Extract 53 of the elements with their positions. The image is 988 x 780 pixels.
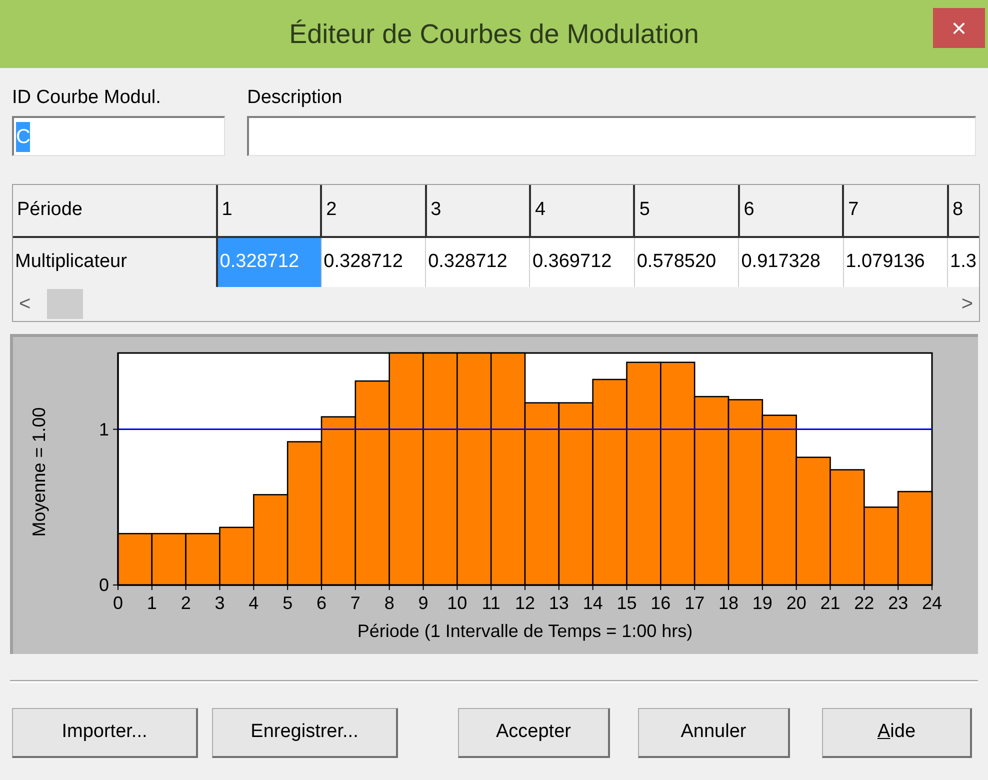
tick-label: 16 <box>650 593 671 613</box>
column-header: 3 <box>426 185 530 237</box>
field-label: Description <box>247 86 344 110</box>
tick-label: 24 <box>922 593 942 613</box>
tick-label: 11 <box>482 593 500 613</box>
tick-label: 13 <box>548 593 569 613</box>
dialog-button[interactable]: Enregistrer... <box>212 708 398 758</box>
tick-label: 7 <box>350 593 360 613</box>
tick-label: 2 <box>180 593 191 613</box>
dialog-button[interactable]: Importer... <box>12 708 198 758</box>
tick-label: 0 <box>113 593 123 613</box>
column-header: 4 <box>530 185 634 237</box>
column-header: 7 <box>843 185 948 237</box>
y-axis-label: Moyenne = 1.00 <box>29 407 49 537</box>
column-header: 1 <box>216 185 322 237</box>
close-button[interactable]: × <box>933 8 985 48</box>
tick-label: 1 <box>98 419 109 440</box>
description-field[interactable] <box>247 116 976 156</box>
column-header: 2 <box>321 185 426 237</box>
tick-label: 6 <box>316 593 326 613</box>
tick-label: 3 <box>214 593 225 613</box>
tick-label: 14 <box>582 593 603 613</box>
dialog-button[interactable]: Accepter <box>458 708 610 758</box>
tick-label: 19 <box>752 593 772 613</box>
column-header: 8 <box>948 185 979 237</box>
tick-label: 5 <box>282 593 293 613</box>
tick-label: 15 <box>616 593 637 613</box>
dialog-button[interactable]: Annuler <box>638 708 790 758</box>
scroll-left-arrow[interactable]: < <box>19 289 31 319</box>
tick-label: 18 <box>718 593 739 613</box>
tick-label: 21 <box>820 593 840 613</box>
column-header: Période <box>13 185 217 237</box>
scroll-right-arrow[interactable]: > <box>961 289 973 319</box>
window-title: Éditeur de Courbes de Modulation <box>289 18 699 51</box>
scrollbar[interactable]: < > <box>13 287 979 321</box>
tick-label: 17 <box>684 593 705 613</box>
x-axis-label: Période (1 Intervalle de Temps = 1:00 hrs) <box>357 621 693 641</box>
tick-label: 12 <box>514 593 536 613</box>
field-label: ID Courbe Modul. <box>12 86 162 110</box>
tick-label: 9 <box>418 593 428 613</box>
scroll-thumb[interactable] <box>47 289 83 319</box>
tick-label: 20 <box>786 593 806 613</box>
tick-label: 4 <box>248 593 259 613</box>
row-header[interactable]: Multiplicateur <box>13 237 217 287</box>
tick-label: 10 <box>447 593 468 613</box>
column-header: 6 <box>738 185 844 237</box>
tick-label: 22 <box>854 593 874 613</box>
column-header: 5 <box>634 185 739 237</box>
tick-label: 0 <box>98 575 109 595</box>
tick-label: 8 <box>384 593 394 613</box>
tick-label: 1 <box>146 593 157 613</box>
dialog-button[interactable]: Aide <box>822 708 972 758</box>
tick-label: 23 <box>888 593 908 613</box>
